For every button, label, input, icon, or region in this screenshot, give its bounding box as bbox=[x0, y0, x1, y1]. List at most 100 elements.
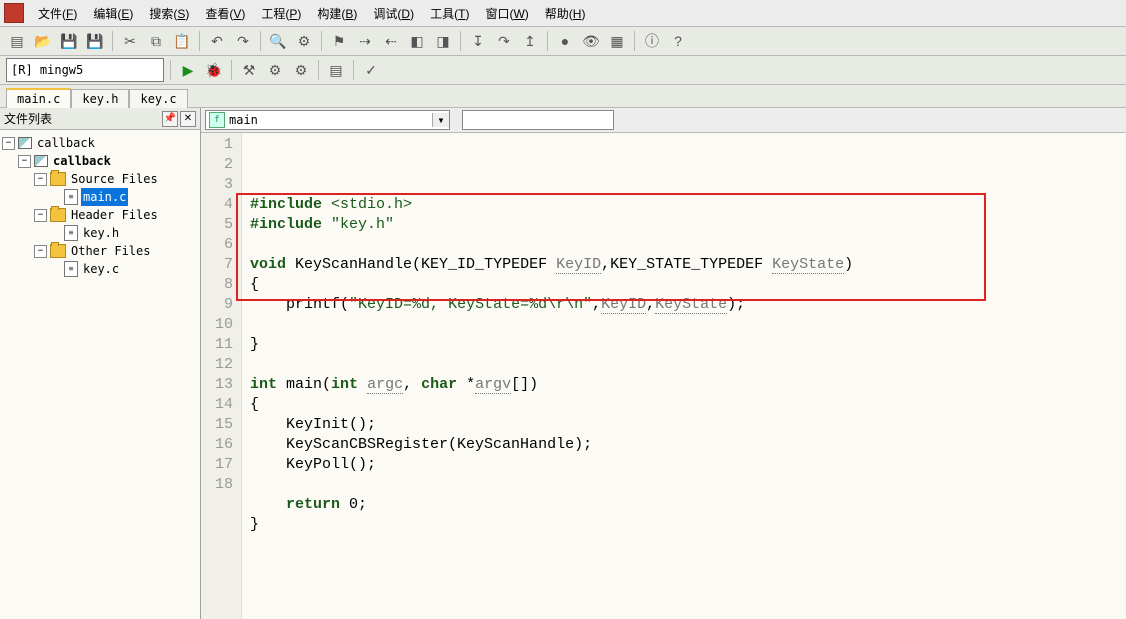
code-line[interactable] bbox=[250, 315, 1118, 335]
watch-button[interactable]: 👁 bbox=[580, 30, 602, 52]
cut-button[interactable]: ✂ bbox=[119, 30, 141, 52]
save-button[interactable]: 💾 bbox=[58, 30, 80, 52]
toggle-icon[interactable]: − bbox=[34, 245, 47, 258]
tab-key-h[interactable]: key.h bbox=[71, 89, 129, 108]
code-line[interactable]: KeyScanCBSRegister(KeyScanHandle); bbox=[250, 435, 1118, 455]
compile-button[interactable]: ⚒ bbox=[238, 59, 260, 81]
tree-node-Header-Files[interactable]: − Header Files bbox=[34, 206, 198, 224]
toggle-icon[interactable]: − bbox=[34, 173, 47, 186]
tree-node-key-c[interactable]: ≡key.c bbox=[50, 260, 198, 278]
tab-main-c[interactable]: main.c bbox=[6, 88, 71, 108]
step-button[interactable]: ↧ bbox=[467, 30, 489, 52]
tree-label[interactable]: callback bbox=[35, 134, 97, 152]
code-line[interactable]: void KeyScanHandle(KEY_ID_TYPEDEF KeyID,… bbox=[250, 255, 1118, 275]
tree-label[interactable]: key.h bbox=[81, 224, 121, 242]
file-list-panel: 文件列表 📌 ✕ −callback−callback−Source Files… bbox=[0, 108, 201, 619]
class-dropdown[interactable] bbox=[462, 110, 614, 130]
code-line[interactable] bbox=[250, 535, 1118, 555]
help-button[interactable]: ? bbox=[667, 30, 689, 52]
stepout-button[interactable]: ↥ bbox=[519, 30, 541, 52]
run-button[interactable]: ▶ bbox=[177, 59, 199, 81]
find-button[interactable]: 🔍 bbox=[267, 30, 289, 52]
menu-f[interactable]: 文件(F) bbox=[30, 3, 85, 24]
code-editor[interactable]: 123456789101112131415161718 #include <st… bbox=[201, 133, 1126, 619]
menu-b[interactable]: 构建(B) bbox=[309, 3, 365, 24]
buildall-button[interactable]: ⚙ bbox=[290, 59, 312, 81]
bookmark-button[interactable]: ⚑ bbox=[328, 30, 350, 52]
code-line[interactable] bbox=[250, 475, 1118, 495]
compiler-select[interactable]: [R] mingw5 bbox=[6, 58, 164, 82]
code-line[interactable] bbox=[250, 355, 1118, 375]
info-button[interactable]: ⓘ bbox=[641, 30, 663, 52]
editor-toolbar: f main ▾ bbox=[201, 108, 1126, 133]
app-icon bbox=[4, 3, 24, 23]
menu-h[interactable]: 帮助(H) bbox=[537, 3, 594, 24]
close-panel-icon[interactable]: ✕ bbox=[180, 111, 196, 127]
make-button[interactable]: ✓ bbox=[360, 59, 382, 81]
code-line[interactable]: int main(int argc, char *argv[]) bbox=[250, 375, 1118, 395]
debug-button[interactable]: 🐞 bbox=[203, 59, 225, 81]
tree-node-callback[interactable]: − callback bbox=[2, 134, 198, 152]
dbg2-button[interactable]: ◨ bbox=[432, 30, 454, 52]
output-button[interactable]: ▤ bbox=[325, 59, 347, 81]
menu-d[interactable]: 调试(D) bbox=[365, 3, 422, 24]
dbg3-button[interactable]: ▦ bbox=[606, 30, 628, 52]
tree-node-Source-Files[interactable]: − Source Files bbox=[34, 170, 198, 188]
prevbm-button[interactable]: ⇠ bbox=[380, 30, 402, 52]
code-line[interactable]: return 0; bbox=[250, 495, 1118, 515]
macro-button[interactable]: ⚙ bbox=[293, 30, 315, 52]
chevron-down-icon[interactable]: ▾ bbox=[432, 113, 449, 127]
code-line[interactable]: #include <stdio.h> bbox=[250, 195, 1118, 215]
dbg1-button[interactable]: ◧ bbox=[406, 30, 428, 52]
menu-v[interactable]: 查看(V) bbox=[197, 3, 253, 24]
pin-icon[interactable]: 📌 bbox=[162, 111, 178, 127]
code-line[interactable]: KeyInit(); bbox=[250, 415, 1118, 435]
new-button[interactable]: ▤ bbox=[6, 30, 28, 52]
menu-s[interactable]: 搜索(S) bbox=[141, 3, 197, 24]
saveall-button[interactable]: 💾 bbox=[84, 30, 106, 52]
file-list-title-bar: 文件列表 📌 ✕ bbox=[0, 108, 200, 130]
code-content[interactable]: #include <stdio.h>#include "key.h" void … bbox=[242, 133, 1126, 619]
workspace-icon bbox=[18, 137, 32, 149]
tree-label[interactable]: Source Files bbox=[69, 170, 160, 188]
paste-button[interactable]: 📋 bbox=[171, 30, 193, 52]
break-button[interactable]: ● bbox=[554, 30, 576, 52]
code-line[interactable]: { bbox=[250, 395, 1118, 415]
code-line[interactable]: #include "key.h" bbox=[250, 215, 1118, 235]
tree-label[interactable]: key.c bbox=[81, 260, 121, 278]
copy-button[interactable]: ⧉ bbox=[145, 30, 167, 52]
tree-node-callback[interactable]: − callback bbox=[18, 152, 198, 170]
tree-label[interactable]: main.c bbox=[81, 188, 128, 206]
code-line[interactable]: } bbox=[250, 335, 1118, 355]
toolbar-main: ▤📂💾💾✂⧉📋↶↷🔍⚙⚑⇢⇠◧◨↧↷↥●👁▦ⓘ? bbox=[0, 27, 1126, 56]
code-line[interactable] bbox=[250, 235, 1118, 255]
toggle-icon[interactable]: − bbox=[2, 137, 15, 150]
tab-key-c[interactable]: key.c bbox=[129, 89, 187, 108]
stepover-button[interactable]: ↷ bbox=[493, 30, 515, 52]
nextbm-button[interactable]: ⇢ bbox=[354, 30, 376, 52]
folder-icon bbox=[50, 244, 66, 258]
tree-label[interactable]: Other Files bbox=[69, 242, 152, 260]
build-button[interactable]: ⚙ bbox=[264, 59, 286, 81]
code-line[interactable]: } bbox=[250, 515, 1118, 535]
folder-icon bbox=[50, 208, 66, 222]
menu-e[interactable]: 编辑(E) bbox=[85, 3, 141, 24]
menu-t[interactable]: 工具(T) bbox=[422, 3, 477, 24]
tree-label[interactable]: Header Files bbox=[69, 206, 160, 224]
file-tree[interactable]: −callback−callback−Source Files≡main.c−H… bbox=[0, 130, 200, 619]
code-line[interactable]: KeyPoll(); bbox=[250, 455, 1118, 475]
tree-label[interactable]: callback bbox=[51, 152, 113, 170]
menu-w[interactable]: 窗口(W) bbox=[477, 3, 536, 24]
redo-button[interactable]: ↷ bbox=[232, 30, 254, 52]
code-line[interactable]: { bbox=[250, 275, 1118, 295]
toggle-icon[interactable]: − bbox=[18, 155, 31, 168]
tree-node-key-h[interactable]: ≡key.h bbox=[50, 224, 198, 242]
open-button[interactable]: 📂 bbox=[32, 30, 54, 52]
undo-button[interactable]: ↶ bbox=[206, 30, 228, 52]
menu-p[interactable]: 工程(P) bbox=[253, 3, 309, 24]
code-line[interactable]: printf("KeyID=%d, KeyState=%d\r\n",KeyID… bbox=[250, 295, 1118, 315]
tree-node-Other-Files[interactable]: − Other Files bbox=[34, 242, 198, 260]
toggle-icon[interactable]: − bbox=[34, 209, 47, 222]
function-dropdown[interactable]: f main ▾ bbox=[205, 110, 450, 130]
tree-node-main-c[interactable]: ≡main.c bbox=[50, 188, 198, 206]
